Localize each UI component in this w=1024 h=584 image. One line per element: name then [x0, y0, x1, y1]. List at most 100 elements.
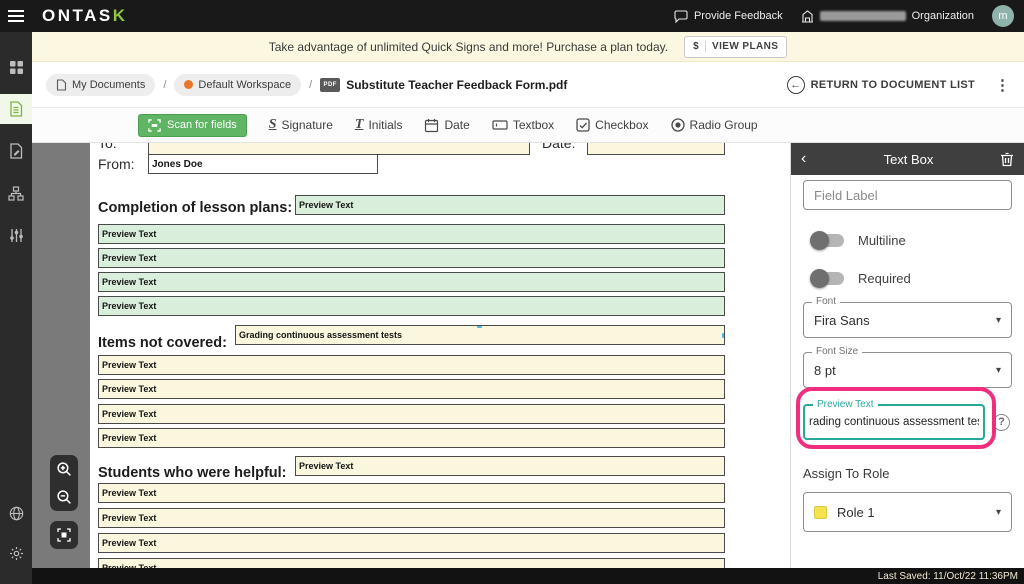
date-field[interactable]	[587, 143, 725, 155]
required-label: Required	[858, 271, 911, 286]
organization-label: Organization	[912, 10, 974, 22]
workspace-dot-icon	[184, 80, 193, 89]
initials-icon: T	[355, 118, 364, 132]
preview-field[interactable]: Preview Text	[98, 533, 725, 553]
promo-banner: Take advantage of unlimited Quick Signs …	[32, 32, 1024, 62]
textbox-icon	[492, 118, 508, 132]
tool-date[interactable]: Date	[424, 118, 469, 133]
role-select[interactable]: Role 1 ▾	[803, 492, 1012, 532]
preview-field[interactable]: Preview Text	[98, 224, 725, 244]
chevron-down-icon: ▾	[996, 365, 1001, 376]
scan-label: Scan for fields	[167, 119, 237, 131]
sidebar-item-dashboard[interactable]	[0, 52, 32, 82]
field-label-input[interactable]	[803, 180, 1012, 210]
tool-label: Textbox	[513, 118, 554, 132]
preview-field[interactable]: Preview Text	[98, 404, 725, 424]
panel-title: Text Box	[817, 152, 1000, 167]
preview-text-label: Preview Text	[813, 399, 878, 411]
font-size-select[interactable]: Font Size 8 pt ▾	[803, 352, 1012, 388]
sliders-icon	[9, 228, 24, 243]
document-title-text: Substitute Teacher Feedback Form.pdf	[346, 78, 567, 92]
from-field[interactable]: Jones Doe	[148, 154, 378, 174]
from-label: From:	[98, 156, 135, 172]
trash-icon	[1000, 152, 1014, 167]
help-icon[interactable]: ?	[993, 414, 1010, 431]
breadcrumb-separator: /	[163, 79, 166, 91]
document-canvas: To: Date: From: Jones Doe Completion of …	[32, 143, 790, 568]
radio-icon	[671, 118, 685, 132]
scan-for-fields-button[interactable]: Scan for fields	[138, 114, 247, 137]
preview-field[interactable]: Preview Text	[295, 456, 725, 476]
required-row: Required	[803, 268, 1012, 288]
hamburger-menu-icon[interactable]	[0, 0, 32, 32]
selection-handle[interactable]	[722, 333, 725, 338]
sidebar-item-workflows[interactable]	[0, 178, 32, 208]
students-helpful-label: Students who were helpful:	[98, 465, 287, 481]
tool-radio-group[interactable]: Radio Group	[671, 118, 758, 132]
preview-field[interactable]: Preview Text	[98, 428, 725, 448]
breadcrumb-my-documents[interactable]: My Documents	[46, 74, 155, 96]
sidebar-item-documents[interactable]	[0, 94, 32, 124]
sitemap-icon	[8, 186, 24, 201]
panel-back-icon[interactable]: ‹	[801, 150, 817, 168]
provide-feedback-button[interactable]: Provide Feedback	[674, 10, 783, 23]
preview-field[interactable]: Preview Text	[98, 296, 725, 316]
chevron-down-icon: ▾	[996, 315, 1001, 326]
return-to-document-list-button[interactable]: ← RETURN TO DOCUMENT LIST	[787, 76, 975, 94]
tool-textbox[interactable]: Textbox	[492, 118, 554, 132]
tool-initials[interactable]: T Initials	[355, 118, 403, 132]
kebab-menu-icon[interactable]: ⋮	[995, 76, 1010, 94]
delete-field-button[interactable]	[1000, 152, 1014, 167]
font-select[interactable]: Font Fira Sans ▾	[803, 302, 1012, 338]
zoom-out-button[interactable]	[50, 483, 78, 511]
items-not-covered-label: Items not covered:	[98, 335, 227, 351]
zoom-in-button[interactable]	[50, 455, 78, 483]
multiline-row: Multiline	[803, 230, 1012, 250]
preview-field[interactable]: Preview Text	[98, 272, 725, 292]
fit-screen-button[interactable]	[50, 521, 78, 549]
preview-field[interactable]: Preview Text	[98, 248, 725, 268]
top-bar-right: Provide Feedback Organization m	[674, 5, 1024, 27]
font-select-label: Font	[812, 296, 840, 308]
document-title: PDF Substitute Teacher Feedback Form.pdf	[320, 78, 567, 92]
sidebar-item-sign[interactable]	[0, 136, 32, 166]
required-toggle[interactable]	[811, 272, 844, 285]
role-select-value: Role 1	[837, 505, 875, 520]
view-plans-button[interactable]: $ VIEW PLANS	[684, 36, 787, 58]
feedback-bubble-icon	[674, 10, 688, 23]
selected-text-field[interactable]: Grading continuous assessment tests	[235, 325, 725, 345]
preview-field[interactable]: Preview Text	[98, 558, 725, 568]
preview-text-row: Preview Text ?	[803, 404, 1012, 440]
sidebar-item-settings[interactable]	[0, 538, 32, 568]
document-pen-icon	[9, 143, 23, 159]
chevron-down-icon: ▾	[996, 507, 1001, 518]
globe-icon	[9, 506, 24, 521]
preview-field[interactable]: Preview Text	[295, 195, 725, 215]
top-bar: ONTASK Provide Feedback Organization m	[0, 0, 1024, 32]
selection-handle[interactable]	[477, 325, 482, 328]
preview-field[interactable]: Preview Text	[98, 379, 725, 399]
app-window: ONTASK Provide Feedback Organization m T…	[0, 0, 1024, 584]
sidebar-item-language[interactable]	[0, 498, 32, 528]
zoom-controls	[50, 455, 78, 511]
dollar-icon: $	[693, 41, 706, 52]
banner-message: Take advantage of unlimited Quick Signs …	[269, 40, 668, 54]
tool-checkbox[interactable]: Checkbox	[576, 118, 648, 132]
organization-icon	[801, 10, 814, 23]
tool-label: Radio Group	[690, 118, 758, 132]
tool-signature[interactable]: S Signature	[269, 118, 333, 132]
breadcrumb-workspace[interactable]: Default Workspace	[174, 74, 301, 96]
signature-icon: S	[269, 118, 277, 132]
checkbox-icon	[576, 118, 590, 132]
sidebar-item-filters[interactable]	[0, 220, 32, 250]
breadcrumb-label: Default Workspace	[198, 79, 291, 91]
preview-field[interactable]: Preview Text	[98, 508, 725, 528]
organization-menu[interactable]: Organization	[801, 10, 974, 23]
field-toolbar: Scan for fields S Signature T Initials D…	[32, 108, 1024, 143]
breadcrumb-actions: ← RETURN TO DOCUMENT LIST ⋮	[787, 76, 1010, 94]
user-avatar[interactable]: m	[992, 5, 1014, 27]
font-size-select-label: Font Size	[812, 346, 862, 358]
preview-field[interactable]: Preview Text	[98, 483, 725, 503]
preview-field[interactable]: Preview Text	[98, 355, 725, 375]
multiline-toggle[interactable]	[811, 234, 844, 247]
